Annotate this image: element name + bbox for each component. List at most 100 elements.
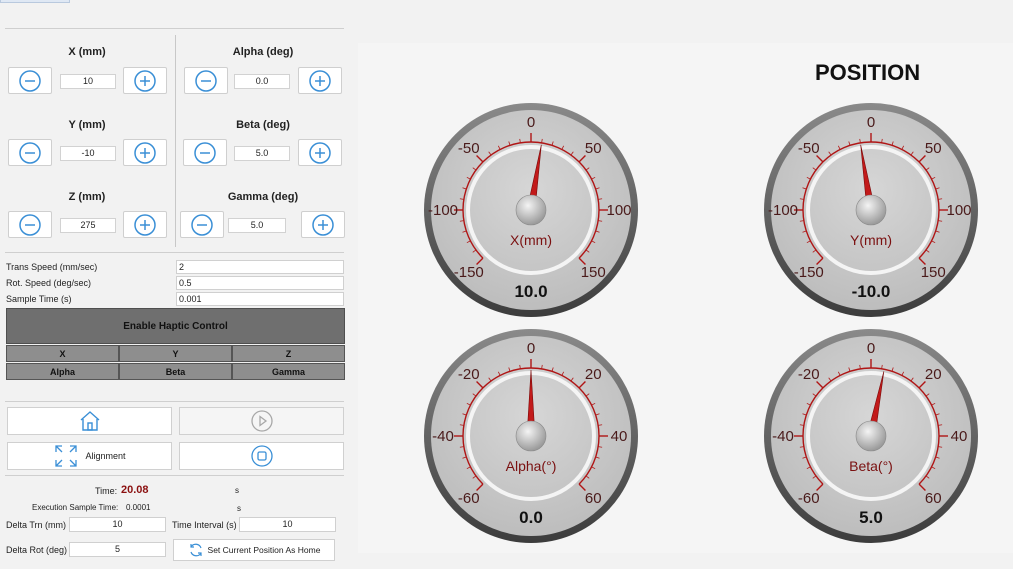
- gauge-beta-hub: [855, 420, 887, 452]
- haptic-axis-y-button[interactable]: Y: [119, 345, 232, 362]
- trans-speed-label: Trans Speed (mm/sec): [6, 262, 98, 272]
- gauge-ymm-hub: [855, 194, 887, 226]
- plus-icon: [309, 69, 331, 92]
- time-unit: s: [235, 486, 239, 495]
- gauge-ymm-tick-label: 0: [867, 114, 875, 131]
- exec-sample-time-value: 0.0001: [126, 503, 151, 512]
- z-label: Z (mm): [68, 191, 106, 203]
- gauge-beta-tick-label: 20: [925, 366, 942, 383]
- minus-icon: [191, 213, 213, 236]
- haptic-axis-gamma-button[interactable]: Gamma: [232, 363, 345, 380]
- play-button[interactable]: [179, 407, 344, 435]
- gauge-canvas: -150 -100 -50 0 50 100 150 X(mm) 10.0 -150 -100 -50…: [424, 103, 978, 543]
- y-value[interactable]: -10: [60, 146, 116, 161]
- minus-icon: [195, 69, 217, 92]
- gauge-beta-tick-label: -60: [798, 490, 820, 507]
- gamma-increment-button[interactable]: [301, 211, 345, 238]
- haptic-axis-beta-button[interactable]: Beta: [119, 363, 232, 380]
- gauge-ymm-value: -10.0: [852, 282, 891, 301]
- gauge-ymm-tick-label: -150: [794, 264, 824, 281]
- delta-trn-input[interactable]: 10: [69, 517, 166, 532]
- minus-icon: [194, 141, 216, 164]
- set-home-button[interactable]: Set Current Position As Home: [173, 539, 335, 561]
- sample-time-input[interactable]: 0.001: [176, 292, 344, 306]
- delta-trn-label: Delta Trn (mm): [6, 520, 67, 530]
- x-value[interactable]: 10: [60, 74, 116, 89]
- rot-speed-input[interactable]: 0.5: [176, 276, 344, 290]
- minus-icon: [19, 141, 41, 164]
- set-home-label: Set Current Position As Home: [207, 545, 321, 555]
- plus-icon: [134, 69, 156, 92]
- gamma-value[interactable]: 5.0: [228, 218, 286, 233]
- gauge-xmm-tick-label: 0: [527, 114, 535, 131]
- x-decrement-button[interactable]: [8, 67, 52, 94]
- gamma-label: Gamma (deg): [227, 191, 299, 203]
- trans-speed-input[interactable]: 2: [176, 260, 344, 274]
- expand-arrows-icon: [55, 445, 78, 467]
- gauge-alpha-name: Alpha(°): [506, 458, 557, 474]
- y-label: Y (mm): [68, 119, 106, 131]
- gauge-ymm-tick-label: -50: [798, 140, 820, 157]
- home-icon: [80, 411, 99, 431]
- alpha-decrement-button[interactable]: [184, 67, 228, 94]
- y-decrement-button[interactable]: [8, 139, 52, 166]
- z-decrement-button[interactable]: [8, 211, 52, 238]
- gamma-decrement-button[interactable]: [180, 211, 224, 238]
- plus-icon: [309, 141, 331, 164]
- delta-rot-input[interactable]: 5: [69, 542, 166, 557]
- rot-speed-label: Rot. Speed (deg/sec): [6, 278, 92, 288]
- gauge-xmm-tick-label: -100: [428, 202, 458, 219]
- beta-decrement-button[interactable]: [183, 139, 227, 166]
- beta-increment-button[interactable]: [298, 139, 342, 166]
- gauge-ymm-tick-label: 150: [921, 264, 946, 281]
- home-button[interactable]: [7, 407, 172, 435]
- time-value: 20.08: [121, 484, 149, 496]
- gauge-alpha-tick-label: 40: [611, 428, 628, 445]
- gauge-xmm-name: X(mm): [510, 232, 552, 248]
- x-increment-button[interactable]: [123, 67, 167, 94]
- haptic-axis-alpha-button[interactable]: Alpha: [6, 363, 119, 380]
- controls-divider: [175, 35, 176, 247]
- plus-icon: [134, 141, 156, 164]
- alpha-value[interactable]: 0.0: [234, 74, 290, 89]
- gauge-alpha-value: 0.0: [519, 508, 543, 527]
- enable-haptic-control-button[interactable]: Enable Haptic Control: [6, 308, 345, 344]
- gauge-beta-tick-label: -40: [772, 428, 794, 445]
- z-value[interactable]: 275: [60, 218, 116, 233]
- gauge-alpha-tick-label: 60: [585, 490, 602, 507]
- haptic-axis-x-button[interactable]: X: [6, 345, 119, 362]
- gauge-xmm-tick-label: -50: [458, 140, 480, 157]
- y-increment-button[interactable]: [123, 139, 167, 166]
- x-label: X (mm): [68, 46, 106, 58]
- gauge-alpha-tick-label: 20: [585, 366, 602, 383]
- stop-button[interactable]: [179, 442, 344, 470]
- gauge-beta-tick-label: 0: [867, 340, 875, 357]
- gauge-xmm-value: 10.0: [514, 282, 547, 301]
- z-increment-button[interactable]: [123, 211, 167, 238]
- alpha-label: Alpha (deg): [232, 46, 294, 58]
- time-interval-input[interactable]: 10: [239, 517, 336, 532]
- beta-label: Beta (deg): [236, 119, 290, 131]
- status-divider: [5, 475, 344, 476]
- top-tab[interactable]: [0, 0, 70, 3]
- gauge-beta-tick-label: 40: [951, 428, 968, 445]
- gauge-ymm-tick-label: 50: [925, 140, 942, 157]
- gauge-beta-value: 5.0: [859, 508, 883, 527]
- exec-sample-time-label: Execution Sample Time:: [32, 503, 119, 512]
- alpha-increment-button[interactable]: [298, 67, 342, 94]
- sample-time-label: Sample Time (s): [6, 294, 72, 304]
- params-divider: [5, 252, 344, 253]
- beta-value[interactable]: 5.0: [234, 146, 290, 161]
- stop-icon: [250, 445, 273, 467]
- gauge-alpha-tick-label: -40: [432, 428, 454, 445]
- haptic-axis-z-button[interactable]: Z: [232, 345, 345, 362]
- delta-rot-label: Delta Rot (deg): [6, 545, 68, 555]
- gauge-xmm-tick-label: -150: [454, 264, 484, 281]
- play-icon: [250, 410, 273, 432]
- minus-icon: [19, 213, 41, 236]
- gauge-alpha-tick-label: -60: [458, 490, 480, 507]
- alignment-button[interactable]: Alignment: [7, 442, 172, 470]
- gauge-xmm-tick-label: 50: [585, 140, 602, 157]
- alignment-label: Alignment: [85, 451, 126, 461]
- exec-sample-time-unit: s: [237, 504, 241, 513]
